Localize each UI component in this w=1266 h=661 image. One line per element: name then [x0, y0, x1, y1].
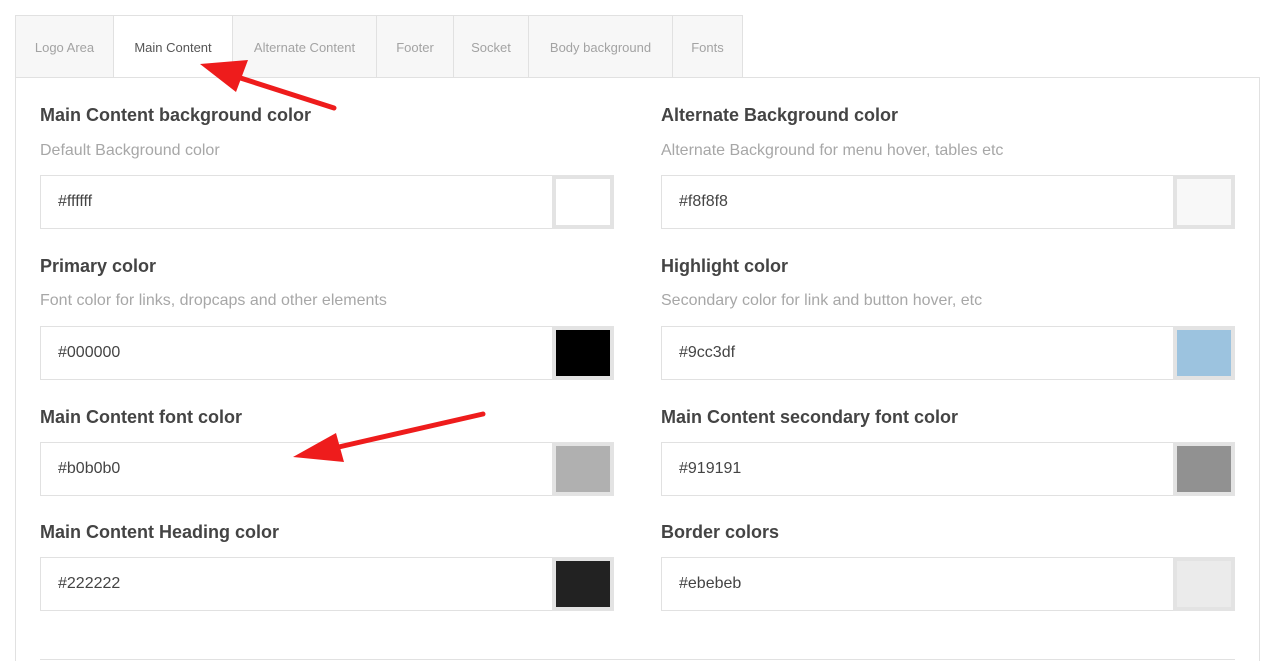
settings-tab-bar: Logo Area Main Content Alternate Content… — [15, 15, 743, 79]
tab-body-background[interactable]: Body background — [529, 16, 673, 78]
highlight-color-input[interactable] — [679, 327, 1159, 379]
color-swatch-button[interactable] — [1173, 326, 1235, 380]
tab-footer[interactable]: Footer — [377, 16, 454, 78]
section-divider — [40, 659, 1235, 660]
color-swatch — [556, 446, 610, 492]
field-description: Secondary color for link and button hove… — [661, 292, 983, 309]
field-description: Font color for links, dropcaps and other… — [40, 292, 387, 309]
color-input-group — [661, 557, 1235, 611]
color-swatch — [1177, 561, 1231, 607]
color-input-group — [661, 442, 1235, 496]
primary-color-input[interactable] — [58, 327, 538, 379]
secondary-font-color-input[interactable] — [679, 443, 1159, 495]
color-swatch — [1177, 179, 1231, 225]
color-input-group — [40, 557, 614, 611]
color-swatch-button[interactable] — [552, 175, 614, 229]
color-input-group — [40, 175, 614, 229]
color-swatch-button[interactable] — [552, 557, 614, 611]
tab-socket[interactable]: Socket — [454, 16, 529, 78]
tab-alternate-content[interactable]: Alternate Content — [233, 16, 377, 78]
field-title: Primary color — [40, 256, 157, 276]
color-swatch-button[interactable] — [1173, 557, 1235, 611]
field-description: Alternate Background for menu hover, tab… — [661, 142, 1004, 159]
field-title: Main Content Heading color — [40, 522, 280, 542]
color-swatch — [556, 330, 610, 376]
color-swatch-button[interactable] — [1173, 442, 1235, 496]
color-input-group — [40, 326, 614, 380]
color-swatch — [1177, 330, 1231, 376]
color-swatch — [556, 179, 610, 225]
heading-color-input[interactable] — [58, 558, 538, 610]
alternate-background-input[interactable] — [679, 176, 1159, 228]
main-content-font-color-input[interactable] — [58, 443, 538, 495]
field-title: Main Content secondary font color — [661, 407, 959, 427]
field-title: Border colors — [661, 522, 780, 542]
tab-main-content[interactable]: Main Content — [114, 16, 233, 79]
color-swatch-button[interactable] — [1173, 175, 1235, 229]
main-content-background-input[interactable] — [58, 176, 538, 228]
border-colors-input[interactable] — [679, 558, 1159, 610]
color-swatch — [556, 561, 610, 607]
color-swatch — [1177, 446, 1231, 492]
field-title: Alternate Background color — [661, 105, 899, 125]
color-swatch-button[interactable] — [552, 442, 614, 496]
tab-fonts[interactable]: Fonts — [673, 16, 742, 78]
field-description: Default Background color — [40, 142, 220, 159]
tab-logo-area[interactable]: Logo Area — [16, 16, 114, 78]
color-swatch-button[interactable] — [552, 326, 614, 380]
field-title: Main Content font color — [40, 407, 242, 427]
color-input-group — [661, 175, 1235, 229]
field-title: Highlight color — [661, 256, 788, 276]
color-input-group — [661, 326, 1235, 380]
color-input-group — [40, 442, 614, 496]
field-title: Main Content background color — [40, 105, 312, 125]
color-settings-page: Logo Area Main Content Alternate Content… — [0, 0, 1266, 661]
